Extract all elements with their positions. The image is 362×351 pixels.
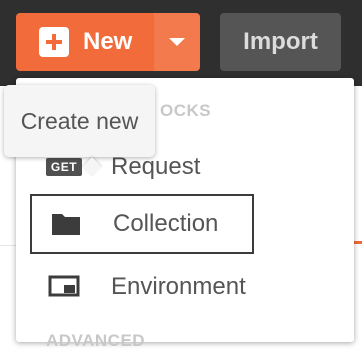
get-badge: GET — [45, 158, 83, 176]
new-button-label: New — [83, 28, 133, 55]
new-button[interactable]: New — [16, 13, 154, 71]
tooltip-text: Create new — [20, 107, 139, 134]
section-header-building-blocks: OCKS — [160, 101, 212, 120]
section-header-advanced: ADVANCED — [46, 331, 146, 350]
import-button-label: Import — [243, 28, 318, 55]
import-button[interactable]: Import — [220, 13, 341, 71]
get-badge-icon: GET — [45, 158, 83, 176]
menu-item-label: Collection — [113, 210, 219, 237]
plus-icon — [39, 27, 69, 57]
create-new-tooltip: Create new — [4, 85, 155, 177]
new-split-button: New — [16, 13, 200, 71]
new-dropdown-toggle[interactable] — [154, 13, 200, 71]
caret-down-icon — [169, 38, 185, 46]
menu-item-label: Request — [111, 153, 201, 180]
folder-icon — [47, 212, 85, 236]
menu-item-label: Environment — [111, 273, 246, 300]
environment-icon — [45, 275, 83, 299]
menu-item-environment[interactable]: Environment — [30, 257, 254, 317]
menu-item-collection[interactable]: Collection — [30, 194, 254, 254]
